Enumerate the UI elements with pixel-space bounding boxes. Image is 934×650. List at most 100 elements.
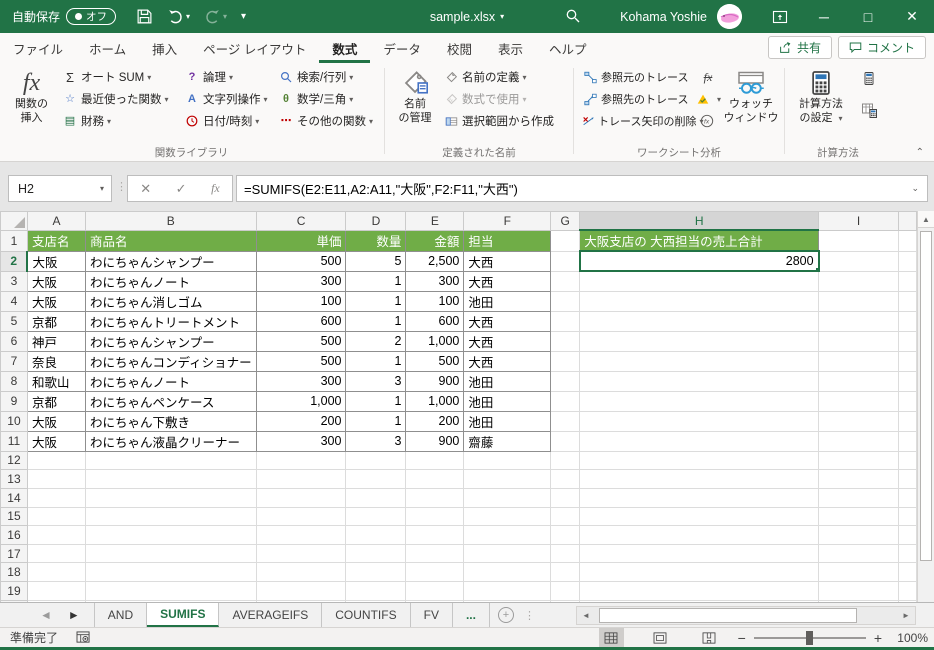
cell-B17[interactable] xyxy=(84,543,257,564)
cell-I4[interactable] xyxy=(818,290,899,312)
cell-F6[interactable]: 大西 xyxy=(463,330,552,352)
undo-dropdown-arrow-icon[interactable]: ▾ xyxy=(186,12,190,21)
cell-H7[interactable] xyxy=(579,350,820,372)
cell-A4[interactable]: 大阪 xyxy=(26,290,86,312)
cell-G2[interactable] xyxy=(550,250,581,272)
cell-C2[interactable]: 500 xyxy=(255,250,347,272)
cell-B15[interactable] xyxy=(84,506,257,527)
cell-H14[interactable] xyxy=(579,487,820,508)
cell-C9[interactable]: 1,000 xyxy=(255,390,347,412)
logical-button[interactable]: ? 論理 ▾ xyxy=(181,66,275,88)
cell-partial-6[interactable] xyxy=(897,330,917,352)
col-header-F[interactable]: F xyxy=(463,211,552,231)
cell-G16[interactable] xyxy=(550,525,581,545)
remove-arrows-button[interactable]: トレース矢印の削除 ▾ xyxy=(579,110,703,132)
cell-I6[interactable] xyxy=(818,330,899,352)
cell-A12[interactable] xyxy=(26,450,86,471)
cell-A7[interactable]: 奈良 xyxy=(26,350,86,372)
cell-G5[interactable] xyxy=(550,310,581,332)
cell-partial-9[interactable] xyxy=(897,390,917,412)
cell-H11[interactable] xyxy=(579,430,820,452)
calculation-options-button[interactable]: 計算方法 の設定 ▾ xyxy=(790,66,852,126)
normal-view-button[interactable] xyxy=(598,628,624,647)
cell-D18[interactable] xyxy=(345,562,407,583)
cell-I12[interactable] xyxy=(818,450,899,471)
cell-I2[interactable] xyxy=(818,250,899,272)
datetime-button[interactable]: 日付/時刻 ▾ xyxy=(181,110,275,132)
horizontal-scrollbar[interactable]: ◄ ► xyxy=(576,606,916,625)
cell-C19[interactable] xyxy=(255,581,347,601)
horizontal-scrollbar-thumb[interactable] xyxy=(599,608,857,623)
row-header-5[interactable]: 5 xyxy=(0,310,28,332)
cell-E11[interactable]: 900 xyxy=(405,430,465,452)
error-checking-button[interactable]: ▾ xyxy=(692,88,724,110)
col-header-B[interactable]: B xyxy=(84,211,257,231)
cell-D12[interactable] xyxy=(345,450,407,471)
cell-E18[interactable] xyxy=(405,562,465,583)
cell-E6[interactable]: 1,000 xyxy=(405,330,465,352)
autosum-button[interactable]: Σ オート SUM ▾ xyxy=(59,66,181,88)
cell-H1[interactable]: 大阪支店の 大西担当の売上合計 xyxy=(579,229,820,252)
col-header-A[interactable]: A xyxy=(26,211,86,231)
calculate-now-button[interactable] xyxy=(859,66,879,96)
row-header-17[interactable]: 17 xyxy=(0,543,28,564)
save-button[interactable] xyxy=(136,8,153,25)
cell-A15[interactable] xyxy=(26,506,86,527)
sheet-nav-right-icon[interactable]: ► xyxy=(68,608,80,622)
col-header-partial[interactable] xyxy=(897,211,917,231)
cell-C3[interactable]: 300 xyxy=(255,270,347,292)
cell-C15[interactable] xyxy=(255,506,347,527)
cell-I19[interactable] xyxy=(818,581,899,601)
cell-A10[interactable]: 大阪 xyxy=(26,410,86,432)
cell-C10[interactable]: 200 xyxy=(255,410,347,432)
cell-E16[interactable] xyxy=(405,525,465,545)
cell-I8[interactable] xyxy=(818,370,899,392)
text-functions-button[interactable]: A 文字列操作 ▾ xyxy=(181,88,275,110)
formula-input[interactable]: =SUMIFS(E2:E11,A2:A11,"大阪",F2:F11,"大西") … xyxy=(236,175,928,202)
cell-I14[interactable] xyxy=(818,487,899,508)
cell-D13[interactable] xyxy=(345,469,407,489)
cell-partial-11[interactable] xyxy=(897,430,917,452)
cell-G15[interactable] xyxy=(550,506,581,527)
collapse-ribbon-button[interactable]: ⌃ xyxy=(916,147,924,158)
cell-I1[interactable] xyxy=(818,229,899,252)
zoom-slider-thumb[interactable] xyxy=(805,630,813,645)
more-functions-button[interactable]: ⋯ その他の関数 ▾ xyxy=(275,110,379,132)
cell-partial-3[interactable] xyxy=(897,270,917,292)
cell-E5[interactable]: 600 xyxy=(405,310,465,332)
cell-I15[interactable] xyxy=(818,506,899,527)
cell-F1[interactable]: 担当 xyxy=(463,229,552,252)
cell-H13[interactable] xyxy=(579,469,820,489)
cell-H5[interactable] xyxy=(579,310,820,332)
financial-button[interactable]: ▤ 財務 ▾ xyxy=(59,110,181,132)
tab-bar-drag-handle[interactable]: ⋮ xyxy=(524,603,535,627)
define-name-button[interactable]: 名前の定義 ▾ xyxy=(440,66,568,88)
cell-partial-18[interactable] xyxy=(897,562,917,583)
ribbon-tab-8[interactable]: ヘルプ xyxy=(536,33,600,63)
insert-function-fx-button[interactable]: fx xyxy=(211,181,220,196)
undo-button[interactable]: ▾ xyxy=(167,8,190,25)
lookup-button[interactable]: 検索/行列 ▾ xyxy=(275,66,379,88)
row-header-9[interactable]: 9 xyxy=(0,390,28,412)
cell-B6[interactable]: わにちゃんシャンプー xyxy=(84,330,257,352)
trace-precedents-button[interactable]: 参照元のトレース xyxy=(579,66,693,88)
ribbon-tab-4[interactable]: 数式 xyxy=(319,33,370,63)
cell-I3[interactable] xyxy=(818,270,899,292)
cell-G6[interactable] xyxy=(550,330,581,352)
macro-record-icon[interactable] xyxy=(76,631,91,644)
cell-D17[interactable] xyxy=(345,543,407,564)
row-header-19[interactable]: 19 xyxy=(0,581,28,601)
cell-F17[interactable] xyxy=(463,543,552,564)
sheet-tab-FV[interactable]: FV xyxy=(411,603,453,627)
cell-partial-16[interactable] xyxy=(897,525,917,545)
cell-E1[interactable]: 金額 xyxy=(405,229,465,252)
cell-partial-19[interactable] xyxy=(897,581,917,601)
zoom-level[interactable]: 100% xyxy=(890,631,928,645)
cell-E7[interactable]: 500 xyxy=(405,350,465,372)
col-header-I[interactable]: I xyxy=(818,211,899,231)
ribbon-tab-5[interactable]: データ xyxy=(370,33,434,63)
sheet-tab-COUNTIFS[interactable]: COUNTIFS xyxy=(322,603,411,627)
cell-D11[interactable]: 3 xyxy=(345,430,407,452)
cell-A5[interactable]: 京都 xyxy=(26,310,86,332)
cell-partial-13[interactable] xyxy=(897,469,917,489)
